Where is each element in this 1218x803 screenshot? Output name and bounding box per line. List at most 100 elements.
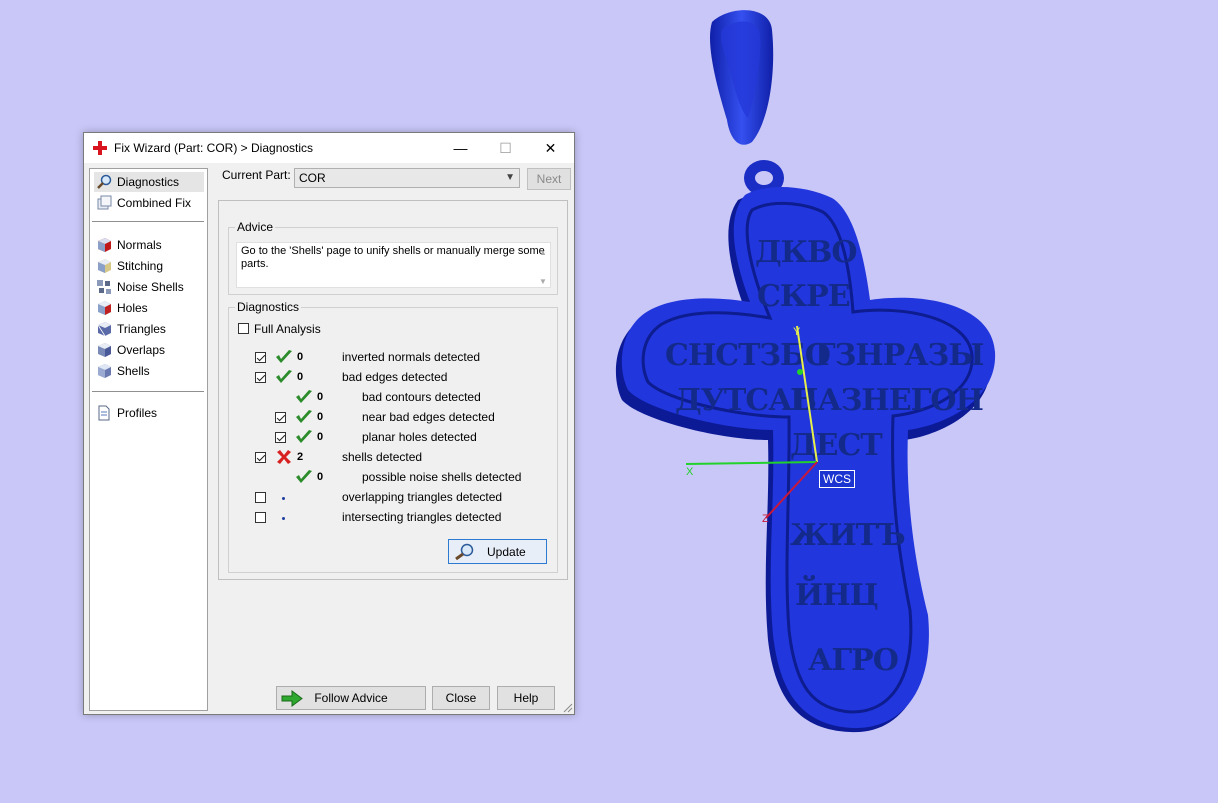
bail-shape	[710, 10, 774, 145]
shells-detected-count: 2	[297, 451, 304, 463]
overlapping-triangles-detected-checkbox[interactable]	[255, 492, 266, 503]
bad-contours-detected-count: 0	[317, 391, 324, 403]
near-bad-edges-detected-label: near bad edges detected	[362, 410, 495, 424]
overlaps-cube-icon	[98, 343, 111, 357]
magnifier-icon	[455, 543, 474, 560]
red-x-icon	[277, 450, 291, 464]
overlapping-triangles-detected-label: overlapping triangles detected	[342, 490, 503, 504]
nav-item-label: Holes	[117, 301, 148, 315]
intersecting-triangles-detected-checkbox[interactable]	[255, 512, 266, 523]
holes-cube-icon	[98, 301, 111, 315]
possible-noise-shells-detected-label: possible noise shells detected	[362, 470, 522, 484]
bad-edges-detected-label: bad edges detected	[342, 370, 448, 384]
help-button[interactable]: Help	[497, 686, 555, 710]
green-check-icon	[296, 470, 312, 483]
svg-text:ЙНЦ: ЙНЦ	[795, 575, 878, 613]
advice-group: Advice Go to the 'Shells' page to unify …	[228, 220, 558, 295]
svg-text:ДКВО: ДКВО	[755, 235, 856, 270]
nav-item-triangles[interactable]: Triangles	[94, 319, 204, 339]
resize-grip-icon[interactable]	[563, 703, 573, 713]
shells-cube-icon	[98, 364, 111, 378]
pending-dot-icon	[282, 517, 285, 520]
inverted-normals-detected-label: inverted normals detected	[342, 350, 481, 364]
wcs-label: WCS	[819, 470, 855, 488]
nav-item-diagnostics[interactable]: Diagnostics	[94, 172, 204, 192]
title-bar[interactable]: Fix Wizard (Part: COR) > Diagnostics — ☐…	[84, 133, 574, 163]
chevron-down-icon: ▼	[505, 172, 515, 183]
close-window-button[interactable]: ✕	[528, 133, 573, 163]
planar-holes-detected-checkbox[interactable]	[275, 432, 286, 443]
full-analysis-checkbox[interactable]	[238, 323, 249, 334]
near-bad-edges-detected-count: 0	[317, 411, 324, 423]
advice-title: Advice	[235, 220, 276, 234]
shells-detected-checkbox[interactable]	[255, 452, 266, 463]
svg-text:ГЗНРАЗЫ: ГЗНРАЗЫ	[815, 338, 983, 373]
nav-item-label: Combined Fix	[117, 196, 192, 210]
bad-edges-detected-checkbox[interactable]	[255, 372, 266, 383]
advice-text: Go to the 'Shells' page to unify shells …	[241, 245, 545, 270]
magnifier-icon	[97, 174, 112, 189]
nav-item-stitching[interactable]: Stitching	[94, 256, 204, 276]
nav-item-label: Profiles	[117, 406, 158, 420]
close-button[interactable]: Close	[432, 686, 490, 710]
follow-advice-button[interactable]: Follow Advice	[276, 686, 426, 710]
stitching-cube-icon	[98, 259, 111, 273]
svg-text:ДЕСТ: ДЕСТ	[790, 428, 883, 463]
pending-dot-icon	[282, 497, 285, 500]
shells-detected-label: shells detected	[342, 450, 423, 464]
bad-edges-detected-count: 0	[297, 371, 304, 383]
window-title: Fix Wizard (Part: COR) > Diagnostics	[114, 141, 314, 155]
nav-item-holes[interactable]: Holes	[94, 298, 204, 318]
possible-noise-shells-detected-count: 0	[317, 471, 324, 483]
bad-contours-detected-label: bad contours detected	[362, 390, 481, 404]
update-button[interactable]: Update	[448, 539, 547, 564]
maximize-button[interactable]: ☐	[483, 133, 528, 163]
nav-panel: Diagnostics Combined Fix Normals Stitchi…	[89, 168, 208, 711]
inverted-normals-detected-count: 0	[297, 351, 304, 363]
advice-scrollbar[interactable]: ▲ ▼	[536, 243, 550, 287]
axis-y-label: Y	[793, 326, 801, 338]
minimize-button[interactable]: —	[438, 133, 483, 163]
axis-z-label: Z	[762, 513, 769, 525]
svg-text:ЖИТЪ: ЖИТЪ	[790, 518, 905, 553]
update-label: Update	[487, 545, 526, 559]
nav-item-label: Diagnostics	[117, 175, 180, 189]
next-button[interactable]: Next	[527, 168, 571, 190]
nav-item-label: Stitching	[117, 259, 164, 273]
planar-holes-detected-label: planar holes detected	[362, 430, 477, 444]
advice-text-box: Go to the 'Shells' page to unify shells …	[236, 242, 551, 288]
planar-holes-detected-count: 0	[317, 431, 324, 443]
main-frame: Advice Go to the 'Shells' page to unify …	[218, 200, 568, 580]
nav-item-label: Overlaps	[117, 343, 166, 357]
combined-cubes-icon	[97, 195, 112, 210]
current-part-value: COR	[299, 171, 326, 185]
diagnostics-title: Diagnostics	[235, 300, 302, 314]
nav-item-noise-shells[interactable]: Noise Shells	[94, 277, 204, 297]
triangles-cube-icon	[97, 322, 111, 337]
noise-shells-icon	[97, 280, 111, 294]
current-part-select[interactable]: COR ▼	[294, 168, 520, 188]
normals-cube-icon	[98, 238, 111, 252]
axis-x-label: X	[686, 466, 694, 478]
nav-item-overlaps[interactable]: Overlaps	[94, 340, 204, 360]
follow-advice-label: Follow Advice	[314, 691, 388, 705]
profiles-document-icon	[98, 405, 110, 421]
current-part-label: Current Part:	[222, 168, 291, 182]
svg-text:АГРО: АГРО	[808, 643, 898, 678]
inverted-normals-detected-checkbox[interactable]	[255, 352, 266, 363]
green-check-icon	[296, 430, 312, 443]
nav-item-profiles[interactable]: Profiles	[94, 403, 204, 423]
fix-wizard-dialog: Fix Wizard (Part: COR) > Diagnostics — ☐…	[83, 132, 575, 715]
nav-item-label: Noise Shells	[117, 280, 184, 294]
nav-item-label: Triangles	[117, 322, 166, 336]
red-cross-icon	[93, 141, 107, 155]
full-analysis-label: Full Analysis	[254, 322, 321, 336]
intersecting-triangles-detected-label: intersecting triangles detected	[342, 510, 502, 524]
nav-item-combined-fix[interactable]: Combined Fix	[94, 193, 204, 213]
nav-divider	[92, 221, 204, 222]
near-bad-edges-detected-checkbox[interactable]	[275, 412, 286, 423]
nav-item-normals[interactable]: Normals	[94, 235, 204, 255]
nav-item-shells[interactable]: Shells	[94, 361, 204, 381]
green-check-icon	[296, 410, 312, 423]
nav-item-label: Normals	[117, 238, 162, 252]
